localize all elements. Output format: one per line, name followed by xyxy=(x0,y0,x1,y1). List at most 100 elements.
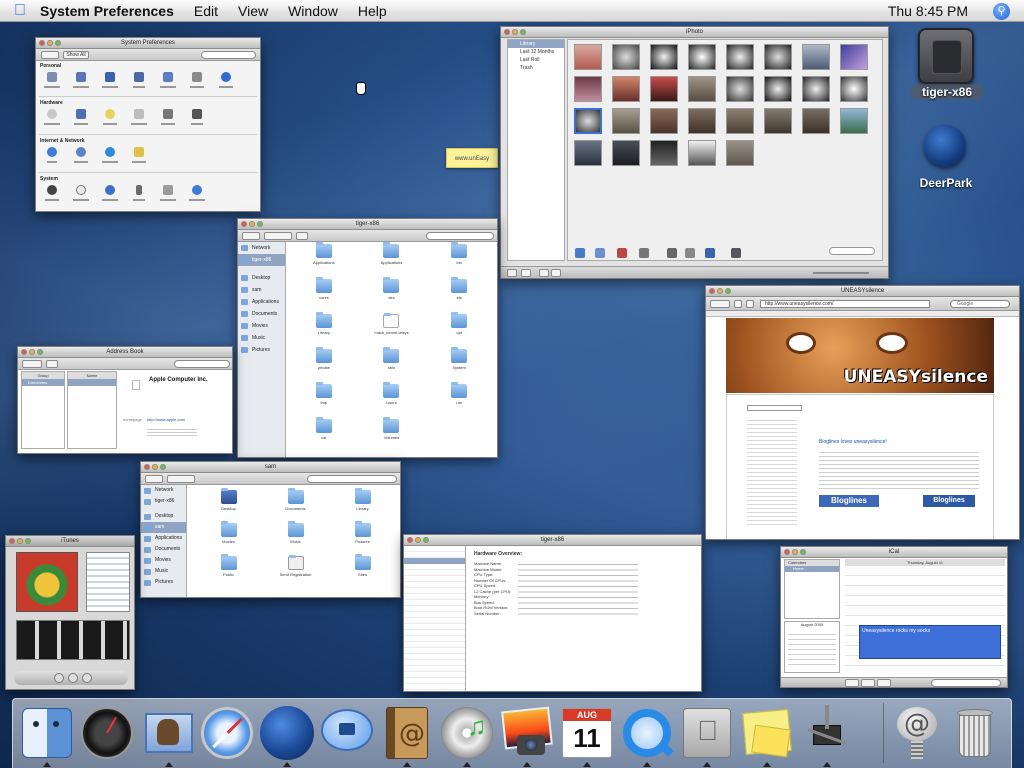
info-button[interactable] xyxy=(539,269,549,277)
photo-thumbnail[interactable] xyxy=(726,44,754,70)
minimize-button[interactable] xyxy=(717,288,723,294)
finder-item[interactable]: bin xyxy=(425,242,493,265)
dock-deerpark-icon[interactable] xyxy=(259,705,315,767)
ical-window[interactable]: iCal Calendars Home August 2005 Thursday… xyxy=(780,546,1008,688)
source-trash[interactable]: Trash xyxy=(508,64,564,72)
pref-accounts[interactable] xyxy=(42,185,61,201)
pref-speech[interactable] xyxy=(129,185,148,201)
photo-thumbnail[interactable] xyxy=(574,140,602,166)
sidebar-item-documents[interactable]: Documents xyxy=(238,308,285,320)
close-button[interactable] xyxy=(784,549,790,555)
print-icon[interactable] xyxy=(667,248,677,258)
previous-track-button[interactable] xyxy=(54,673,64,683)
pref-sound[interactable] xyxy=(187,109,206,125)
pref-sharing[interactable] xyxy=(129,147,148,163)
next-track-button[interactable] xyxy=(82,673,92,683)
drive-label[interactable]: tiger-x86 xyxy=(910,84,984,100)
finder-item[interactable]: Send Registration xyxy=(262,555,329,577)
photo-thumbnail[interactable] xyxy=(688,140,716,166)
create-icon[interactable] xyxy=(575,248,585,258)
zoom-button[interactable] xyxy=(725,288,731,294)
search-input[interactable] xyxy=(174,360,230,368)
iphoto-window[interactable]: iPhoto Library Last 12 Months Last Roll … xyxy=(500,26,889,279)
itunes-titlebar[interactable]: iTunes xyxy=(6,536,134,547)
pref-print-fax[interactable] xyxy=(158,109,177,125)
finder-titlebar[interactable]: tiger-x86 xyxy=(238,219,497,230)
finder-item[interactable]: etc xyxy=(425,277,493,300)
minimize-button[interactable] xyxy=(512,29,518,35)
sidebar-item-movies[interactable]: Movies xyxy=(141,555,186,566)
bloglines-logo-small[interactable]: Bloglines xyxy=(923,495,975,507)
play-button[interactable] xyxy=(521,269,531,277)
photo-thumbnail[interactable] xyxy=(726,108,754,134)
photo-thumbnail[interactable] xyxy=(802,44,830,70)
name-row-selected[interactable] xyxy=(68,379,116,386)
zoom-button[interactable] xyxy=(423,537,429,543)
pref-desktop[interactable] xyxy=(100,72,119,88)
dock-ical-icon[interactable]: AUG 11 xyxy=(559,705,615,767)
google-search-input[interactable]: Google xyxy=(950,300,1010,308)
add-album-button[interactable] xyxy=(507,269,517,277)
address-book-titlebar[interactable]: Address Book xyxy=(18,347,232,358)
back-button[interactable] xyxy=(710,300,730,308)
dock-dashboard-icon[interactable] xyxy=(79,705,135,761)
view-card-column-button[interactable] xyxy=(22,360,42,368)
pref-quicktime[interactable] xyxy=(100,147,119,163)
action-button[interactable] xyxy=(296,232,308,240)
home-button[interactable] xyxy=(746,300,754,308)
email-icon[interactable] xyxy=(685,248,695,258)
sidebar-item-documents[interactable]: Documents xyxy=(141,544,186,555)
dock-safari-icon[interactable] xyxy=(199,705,255,761)
finder-item[interactable]: cores xyxy=(290,277,358,300)
iphoto-titlebar[interactable]: iPhoto xyxy=(501,27,888,38)
pref-dock[interactable] xyxy=(129,72,148,88)
pref-displays[interactable] xyxy=(71,109,90,125)
back-forward-button[interactable] xyxy=(242,232,260,240)
photo-thumbnail[interactable] xyxy=(612,76,640,102)
menu-window[interactable]: Window xyxy=(288,3,338,19)
address-book-window[interactable]: Address Book Group Directories Name  Ap… xyxy=(17,346,233,454)
close-button[interactable] xyxy=(407,537,413,543)
calendar-home[interactable]: Home xyxy=(785,566,839,572)
finder-window-home[interactable]: sam Network tiger-x86 Desktop sam Applic… xyxy=(140,461,401,598)
calendar-button[interactable] xyxy=(551,269,561,277)
photo-thumbnail[interactable] xyxy=(802,76,830,102)
show-all-button[interactable]: Show All xyxy=(63,51,89,59)
deerpark-label[interactable]: DeerPark xyxy=(910,176,982,190)
close-button[interactable] xyxy=(241,221,247,227)
sidebar-item-tiger[interactable]: tiger-x86 xyxy=(238,254,285,266)
photo-thumbnail[interactable] xyxy=(650,44,678,70)
close-button[interactable] xyxy=(39,40,45,46)
dock-quicktime-icon[interactable] xyxy=(619,705,675,767)
source-last-roll[interactable]: Last Roll xyxy=(508,56,564,64)
drive-icon[interactable] xyxy=(918,28,974,84)
dock-trash-icon[interactable] xyxy=(947,705,1003,761)
photo-thumbnail[interactable] xyxy=(802,108,830,134)
dock-iphoto-icon[interactable] xyxy=(499,705,555,767)
menu-help[interactable]: Help xyxy=(358,3,387,19)
slideshow-icon[interactable] xyxy=(639,248,649,258)
sidebar-item-movies[interactable]: Movies xyxy=(238,320,285,332)
day-button[interactable] xyxy=(845,679,859,687)
photo-thumbnail[interactable] xyxy=(612,108,640,134)
dock-system-profiler-icon[interactable] xyxy=(799,705,855,767)
sidebar-item-home[interactable]: sam xyxy=(238,284,285,296)
sidebar-item-applications[interactable]: Applications xyxy=(238,296,285,308)
finder-item[interactable]: dev xyxy=(358,277,426,300)
pref-security[interactable] xyxy=(187,72,206,88)
sidebar-item-pictures[interactable]: Pictures xyxy=(141,577,186,588)
photo-thumbnail[interactable] xyxy=(650,108,678,134)
sysprefs-titlebar[interactable]: System Preferences xyxy=(36,38,260,49)
close-button[interactable] xyxy=(504,29,510,35)
photo-thumbnail[interactable] xyxy=(840,108,868,134)
profiler-item-hardware[interactable] xyxy=(404,558,465,564)
sidebar-search-field[interactable] xyxy=(747,405,802,411)
finder-item[interactable]: System xyxy=(425,347,493,370)
zoom-button[interactable] xyxy=(55,40,61,46)
finder-item[interactable]: sbin xyxy=(358,347,426,370)
finder-item[interactable]: usr xyxy=(425,382,493,405)
view-buttons[interactable] xyxy=(264,232,292,240)
photo-thumbnail[interactable] xyxy=(840,76,868,102)
group-directories[interactable]: Directories xyxy=(22,379,64,386)
close-button[interactable] xyxy=(144,464,150,470)
